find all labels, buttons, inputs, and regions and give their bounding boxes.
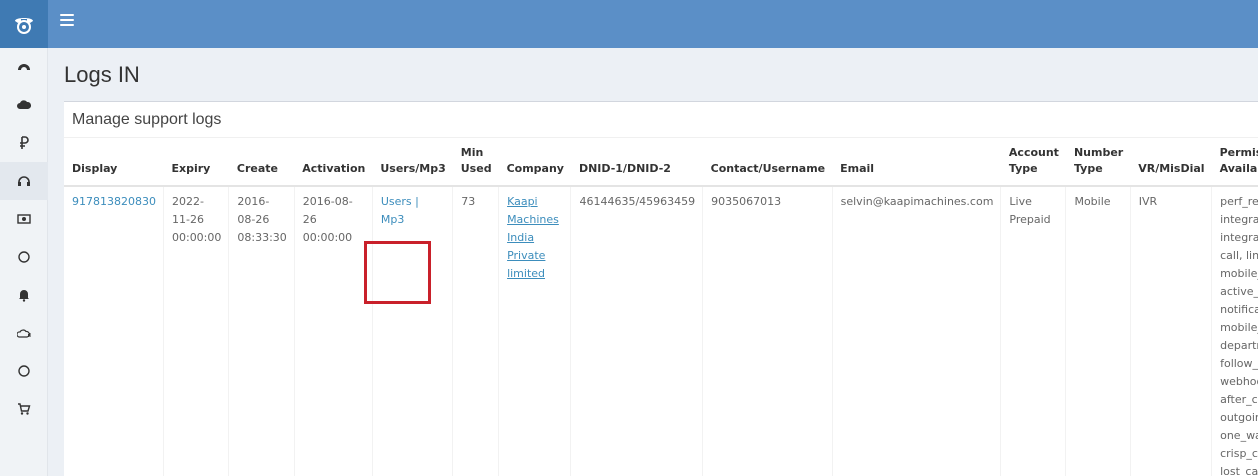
col-header-users-mp3[interactable]: Users/Mp3 — [372, 139, 453, 187]
headphones-icon — [18, 176, 30, 186]
cell-users-mp3-link[interactable]: Users | Mp3 — [372, 186, 454, 476]
cell-create: 2016-08-26 08:33:30 — [228, 186, 295, 476]
circle-icon — [18, 251, 30, 263]
sidebar-item-circle-2[interactable] — [0, 352, 48, 390]
col-header-min-used[interactable]: Min Used — [452, 139, 499, 187]
ruble-icon — [20, 136, 29, 149]
table-row: 917813820830 2022-11-26 00:00:00 2016-08… — [64, 186, 1258, 476]
col-header-dnid[interactable]: DNID-1/DNID-2 — [570, 139, 703, 187]
money-icon — [17, 214, 31, 224]
support-logs-table: Display Expiry Create Activation Users/M… — [64, 139, 1258, 476]
col-header-display[interactable]: Display — [64, 139, 164, 187]
cell-expiry: 2022-11-26 00:00:00 — [163, 186, 230, 476]
sidebar-item-payments[interactable] — [0, 200, 48, 238]
col-header-email[interactable]: Email — [832, 139, 1001, 187]
col-header-company[interactable]: Company — [498, 139, 571, 187]
cell-account-type: Live Prepaid — [1000, 186, 1067, 476]
cell-contact: 9035067013 — [702, 186, 833, 476]
bell-icon — [19, 290, 29, 302]
menu-toggle-icon[interactable] — [60, 14, 74, 28]
col-header-expiry[interactable]: Expiry — [163, 139, 229, 187]
col-header-create[interactable]: Create — [228, 139, 295, 187]
sidebar-item-billing[interactable] — [0, 124, 48, 162]
top-navbar — [0, 0, 1258, 48]
col-header-number-type[interactable]: Number Type — [1065, 139, 1131, 187]
cell-min-used: 73 — [452, 186, 500, 476]
highlight-annotation — [364, 241, 431, 304]
col-header-permissions[interactable]: Permission Available(service) — [1211, 139, 1258, 187]
support-logs-box: Manage support logs Display Expiry Creat… — [64, 101, 1258, 476]
dashboard-icon — [18, 64, 30, 70]
sidebar-item-cloud[interactable] — [0, 86, 48, 124]
circle-icon — [18, 365, 30, 377]
cell-display[interactable]: 917813820830 — [64, 186, 164, 476]
col-header-account-type[interactable]: Account Type — [1000, 139, 1066, 187]
col-header-activation[interactable]: Activation — [294, 139, 373, 187]
cart-icon — [18, 403, 31, 415]
page-title: Logs IN — [64, 62, 140, 87]
sidebar-item-support[interactable] — [0, 162, 48, 200]
cloud-icon — [17, 100, 31, 109]
col-header-vr-misdial[interactable]: VR/MisDial — [1130, 139, 1212, 187]
sidebar-item-circle-1[interactable] — [0, 238, 48, 276]
sidebar-item-cloud-calls[interactable] — [0, 314, 48, 352]
sidebar-item-dashboard[interactable] — [0, 48, 48, 86]
telephone-logo-icon — [15, 18, 33, 34]
app-logo[interactable] — [0, 0, 48, 48]
cell-dnid: 46144635/45963459 — [570, 186, 704, 476]
cell-permissions: perf_report, integration_basic, integrat… — [1211, 186, 1258, 476]
cell-company: Kaapi Machines India Private limited — [498, 186, 572, 476]
cell-number-type: Mobile — [1065, 186, 1131, 476]
col-header-contact[interactable]: Contact/Username — [702, 139, 833, 187]
company-link[interactable]: Kaapi Machines India Private limited — [507, 195, 559, 280]
table-header-row: Display Expiry Create Activation Users/M… — [64, 139, 1258, 187]
cell-email: selvin@kaapimachines.com — [832, 186, 1002, 476]
box-title: Manage support logs — [64, 102, 1258, 138]
cell-activation: 2016-08-26 00:00:00 — [294, 186, 373, 476]
main-content: Logs IN Manage support logs Display Expi… — [48, 48, 1258, 476]
cloud-signal-icon — [17, 329, 31, 338]
sidebar-item-notifications[interactable] — [0, 276, 48, 314]
sidebar — [0, 48, 48, 476]
sidebar-item-cart[interactable] — [0, 390, 48, 428]
cell-vr-misdial: IVR — [1130, 186, 1213, 476]
